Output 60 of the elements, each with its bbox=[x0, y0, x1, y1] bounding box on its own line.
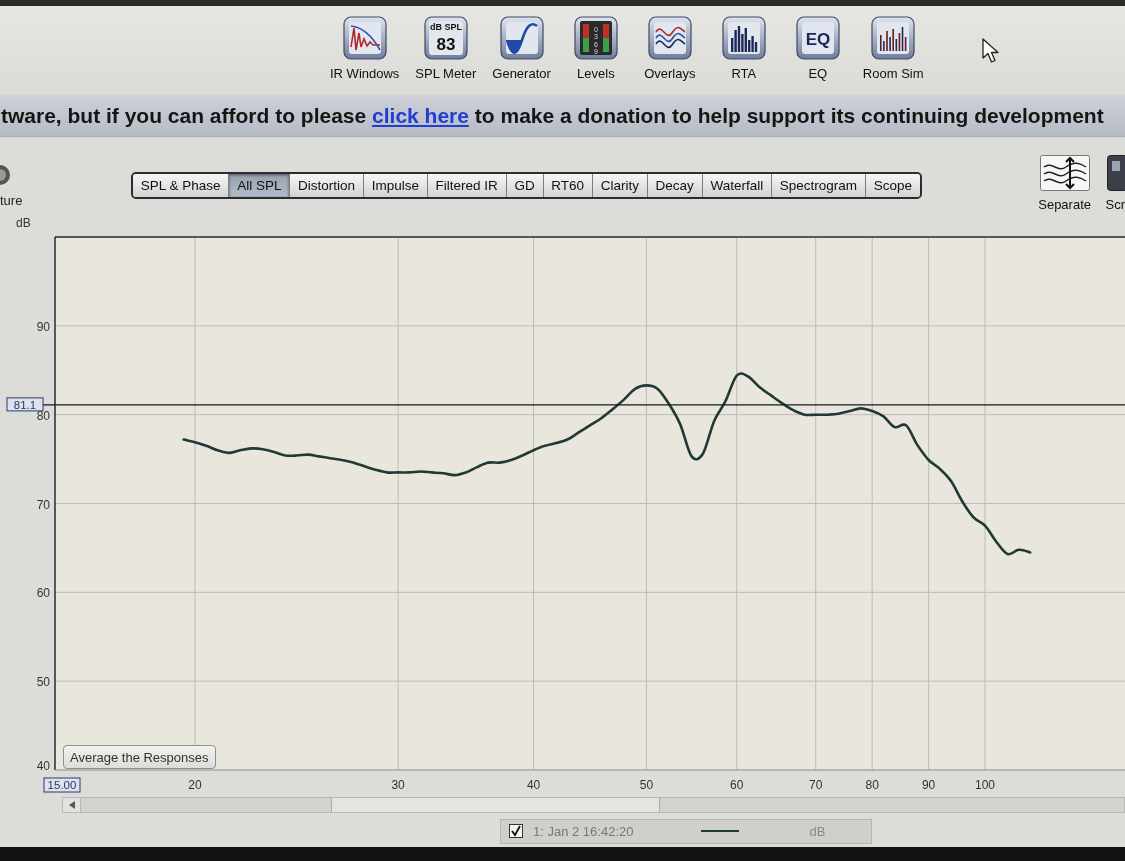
pointer-cursor-icon bbox=[981, 38, 1000, 64]
y-axis-label: 60 bbox=[36, 586, 50, 601]
panel-label: ture bbox=[0, 193, 23, 208]
donation-message: tware, but if you can afford to please click here to make a donation to help support its continuing development bbox=[0, 103, 1104, 128]
left-arrow-icon bbox=[68, 801, 75, 809]
cursor-readout: 81.1 bbox=[6, 397, 44, 412]
graph-tab[interactable]: Scope bbox=[865, 174, 920, 197]
scroll-left-button[interactable] bbox=[63, 798, 81, 812]
y-axis-label: 40 bbox=[36, 759, 50, 773]
x-axis-label: 20 bbox=[188, 778, 202, 792]
graph-tab[interactable]: Impulse bbox=[363, 174, 428, 197]
y-axis-label: 70 bbox=[36, 497, 50, 512]
unit-label: dB bbox=[809, 823, 826, 839]
spl-readout-icon: dB SPL 83 bbox=[423, 16, 468, 60]
x-axis-label: 30 bbox=[391, 778, 405, 792]
donation-link[interactable]: click here bbox=[372, 103, 469, 127]
average-responses-button[interactable]: Average the Responses bbox=[63, 745, 216, 769]
graph-tab[interactable]: Spectrogram bbox=[771, 174, 866, 197]
axis-title: dB bbox=[16, 216, 31, 230]
x-axis-label: 70 bbox=[809, 778, 823, 792]
graph-tab[interactable]: SPL & Phase bbox=[133, 174, 230, 197]
toolbar-button[interactable]: Overlays bbox=[632, 16, 707, 81]
x-axis-label: 80 bbox=[865, 778, 879, 792]
graph-tab[interactable]: GD bbox=[506, 174, 544, 197]
legend-checkbox[interactable] bbox=[509, 824, 523, 838]
toolbar-button[interactable]: Scr bbox=[1101, 155, 1125, 212]
x-axis-label: 60 bbox=[730, 778, 744, 792]
toolbar-button[interactable]: IR Windows bbox=[322, 16, 408, 81]
horizontal-scrollbar[interactable] bbox=[62, 797, 1125, 813]
graph-tab[interactable]: RT60 bbox=[543, 174, 593, 197]
y-axis-label: 90 bbox=[36, 319, 50, 334]
impulse-wave-icon bbox=[342, 16, 387, 60]
toolbar-button[interactable]: RTA bbox=[706, 16, 781, 81]
toolbar-button[interactable]: dB SPL 83 SPL Meter bbox=[407, 16, 485, 81]
scrollbar-thumb[interactable] bbox=[331, 798, 660, 812]
graph-tab[interactable]: Waterfall bbox=[702, 174, 772, 197]
ref-line-label: 81.1 bbox=[13, 398, 37, 411]
toolbar-button[interactable]: EQ EQ bbox=[780, 16, 855, 81]
eq-letters-icon: EQ bbox=[795, 16, 840, 60]
thin-bars-icon bbox=[871, 16, 916, 60]
x-axis-label: 40 bbox=[526, 778, 541, 792]
sine-wave-icon bbox=[499, 16, 544, 60]
y-axis-label: 50 bbox=[36, 675, 50, 690]
toolbar-button[interactable]: Room Sim bbox=[854, 16, 932, 81]
x-axis-label: 100 bbox=[975, 778, 996, 792]
bar-graph-icon bbox=[721, 16, 766, 60]
x-axis-label: 50 bbox=[639, 778, 654, 792]
graph-tab[interactable]: Clarity bbox=[592, 174, 648, 197]
graph-tab[interactable]: All SPL bbox=[229, 174, 291, 197]
separate-arrows-icon bbox=[1039, 155, 1090, 191]
graph-tab[interactable]: Decay bbox=[647, 174, 703, 197]
x-axis-label: 90 bbox=[921, 778, 936, 792]
toolbar-button[interactable]: Generator bbox=[484, 16, 559, 81]
dark-tile-icon bbox=[1107, 155, 1125, 191]
stacked-waves-icon bbox=[647, 16, 692, 60]
cursor-readout: 15.00 bbox=[43, 777, 81, 793]
graph-tab[interactable]: Filtered IR bbox=[427, 174, 507, 197]
graph-tab[interactable]: Distortion bbox=[290, 174, 364, 197]
toolbar-button[interactable]: Separate bbox=[1038, 155, 1091, 212]
series-name: 1: Jan 2 16:42:20 bbox=[533, 823, 634, 839]
